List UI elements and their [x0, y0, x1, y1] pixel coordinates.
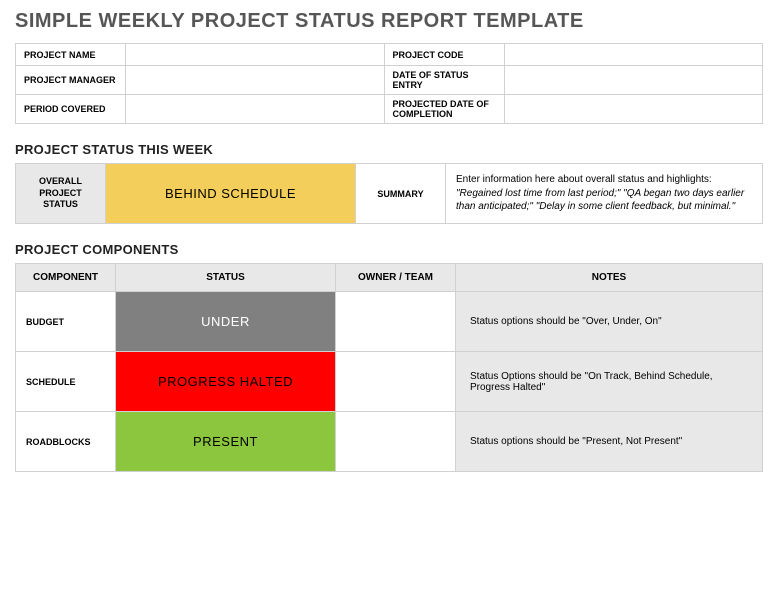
- roadblocks-label: ROADBLOCKS: [16, 412, 116, 472]
- col-status: STATUS: [116, 264, 336, 292]
- roadblocks-notes[interactable]: Status options should be "Present, Not P…: [456, 412, 763, 472]
- period-covered-label: PERIOD COVERED: [16, 95, 126, 124]
- table-row: BUDGET UNDER Status options should be "O…: [16, 292, 763, 352]
- table-row: SCHEDULE PROGRESS HALTED Status Options …: [16, 352, 763, 412]
- status-section-heading: PROJECT STATUS THIS WEEK: [15, 142, 763, 157]
- summary-label: SUMMARY: [356, 164, 446, 224]
- components-section-heading: PROJECT COMPONENTS: [15, 242, 763, 257]
- col-owner: OWNER / TEAM: [336, 264, 456, 292]
- table-row: ROADBLOCKS PRESENT Status options should…: [16, 412, 763, 472]
- header-row: PROJECT NAME PROJECT CODE: [16, 44, 763, 66]
- date-status-value[interactable]: [504, 66, 763, 95]
- status-table: OVERALL PROJECT STATUS BEHIND SCHEDULE S…: [15, 163, 763, 224]
- project-code-label: PROJECT CODE: [384, 44, 504, 66]
- roadblocks-owner[interactable]: [336, 412, 456, 472]
- header-row: PROJECT MANAGER DATE OF STATUS ENTRY: [16, 66, 763, 95]
- period-covered-value[interactable]: [126, 95, 385, 124]
- date-status-label: DATE OF STATUS ENTRY: [384, 66, 504, 95]
- components-header-row: COMPONENT STATUS OWNER / TEAM NOTES: [16, 264, 763, 292]
- schedule-label: SCHEDULE: [16, 352, 116, 412]
- budget-notes[interactable]: Status options should be "Over, Under, O…: [456, 292, 763, 352]
- page-title: SIMPLE WEEKLY PROJECT STATUS REPORT TEMP…: [15, 10, 763, 33]
- project-manager-label: PROJECT MANAGER: [16, 66, 126, 95]
- schedule-owner[interactable]: [336, 352, 456, 412]
- project-code-value[interactable]: [504, 44, 763, 66]
- budget-label: BUDGET: [16, 292, 116, 352]
- budget-status[interactable]: UNDER: [116, 292, 336, 352]
- project-manager-value[interactable]: [126, 66, 385, 95]
- header-row: PERIOD COVERED PROJECTED DATE OF COMPLET…: [16, 95, 763, 124]
- project-name-value[interactable]: [126, 44, 385, 66]
- schedule-notes[interactable]: Status Options should be "On Track, Behi…: [456, 352, 763, 412]
- roadblocks-status[interactable]: PRESENT: [116, 412, 336, 472]
- col-notes: NOTES: [456, 264, 763, 292]
- components-table: COMPONENT STATUS OWNER / TEAM NOTES BUDG…: [15, 263, 763, 472]
- header-table: PROJECT NAME PROJECT CODE PROJECT MANAGE…: [15, 43, 763, 124]
- overall-status-label: OVERALL PROJECT STATUS: [16, 164, 106, 224]
- budget-owner[interactable]: [336, 292, 456, 352]
- projected-date-label: PROJECTED DATE OF COMPLETION: [384, 95, 504, 124]
- schedule-status[interactable]: PROGRESS HALTED: [116, 352, 336, 412]
- overall-status-value[interactable]: BEHIND SCHEDULE: [106, 164, 356, 224]
- projected-date-value[interactable]: [504, 95, 763, 124]
- col-component: COMPONENT: [16, 264, 116, 292]
- summary-example: "Regained lost time from last period;" "…: [456, 188, 744, 213]
- summary-intro: Enter information here about overall sta…: [456, 174, 712, 185]
- project-name-label: PROJECT NAME: [16, 44, 126, 66]
- summary-text[interactable]: Enter information here about overall sta…: [446, 164, 763, 224]
